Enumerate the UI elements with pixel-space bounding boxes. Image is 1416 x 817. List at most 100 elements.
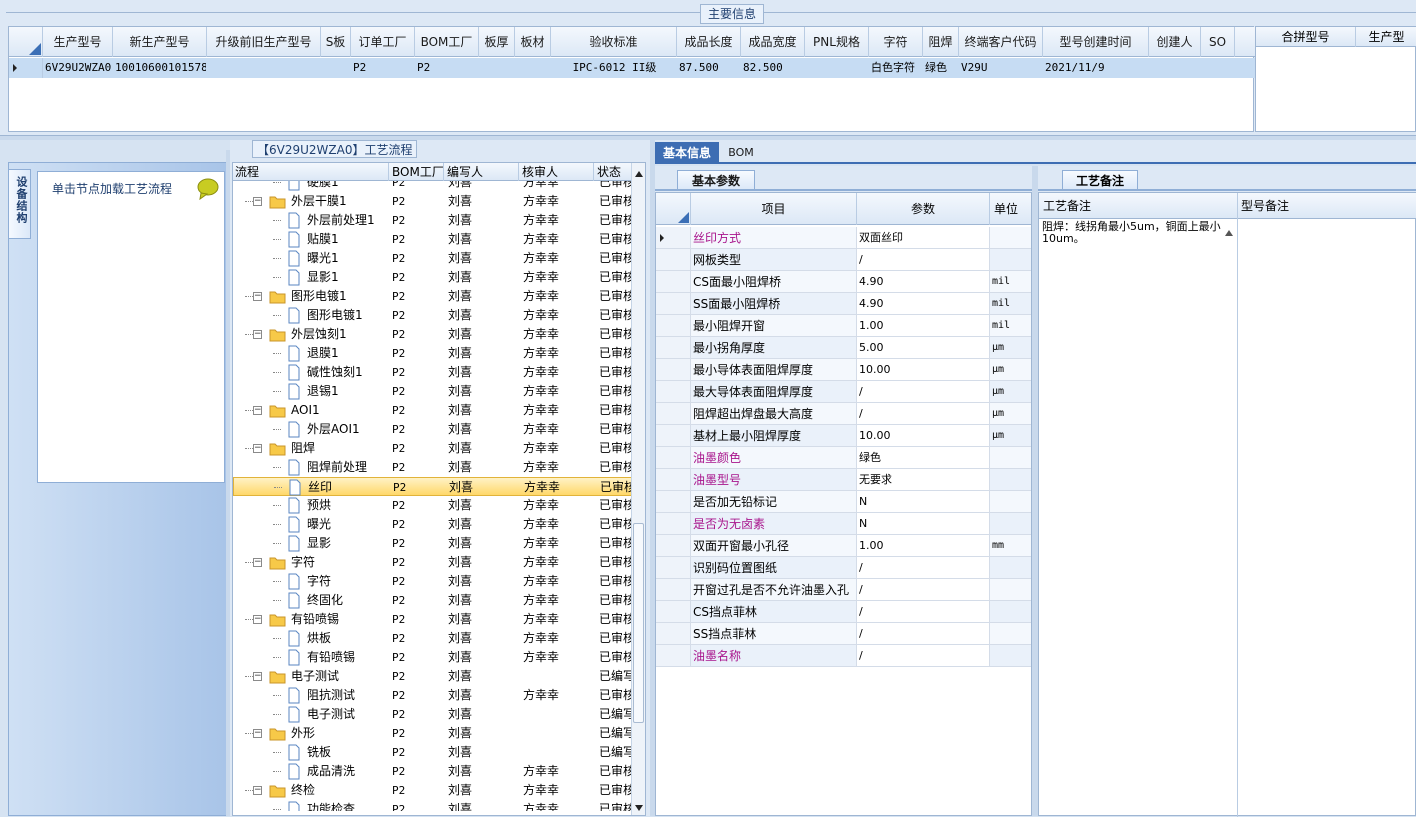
tree-cell[interactable]: 刘喜 xyxy=(448,781,518,800)
param-row[interactable]: SS面最小阻焊桥 4.90 mil xyxy=(656,293,1031,315)
tree-cell[interactable]: 刘喜 xyxy=(448,534,518,553)
collapse-icon[interactable]: − xyxy=(253,558,262,567)
tree-cell[interactable]: P2 xyxy=(392,724,442,743)
tree-cell[interactable]: 方幸幸 xyxy=(523,496,593,515)
tree-row[interactable]: 终固化 P2 刘喜 方幸幸 已审核 xyxy=(233,591,633,610)
tree-row[interactable]: 丝印 P2 刘喜 方幸幸 已审核 xyxy=(233,477,633,496)
tree-cell[interactable]: 刘喜 xyxy=(448,181,518,192)
table-cell[interactable] xyxy=(1151,58,1200,78)
param-row[interactable]: 最小阻焊开窗 1.00 mil xyxy=(656,315,1031,337)
tree-row[interactable]: 曝光1 P2 刘喜 方幸幸 已审核 xyxy=(233,249,633,268)
tree-row[interactable]: − 电子测试 P2 刘喜 已编写 xyxy=(233,667,633,686)
tree-node-label[interactable]: 外层蚀刻1 xyxy=(291,325,389,344)
param-value[interactable]: 双面丝印 xyxy=(857,227,990,249)
tree-row[interactable]: 碱性蚀刻1 P2 刘喜 方幸幸 已审核 xyxy=(233,363,633,382)
tree-node-label[interactable]: 丝印 xyxy=(308,478,390,497)
tree-cell[interactable]: 方幸幸 xyxy=(523,629,593,648)
tree-cell[interactable]: 已审核 xyxy=(599,344,633,363)
tree-cell[interactable]: P2 xyxy=(392,648,442,667)
col-header[interactable]: S板 xyxy=(321,27,351,57)
tree-cell[interactable]: 方幸幸 xyxy=(523,572,593,591)
tree-node-label[interactable]: 字符 xyxy=(291,553,389,572)
tree-col-header[interactable]: 状态 xyxy=(595,163,635,181)
tree-node-label[interactable]: 曝光 xyxy=(307,515,389,534)
tree-cell[interactable]: P2 xyxy=(392,743,442,762)
tree-cell[interactable]: P2 xyxy=(393,478,443,497)
tree-cell[interactable]: 已审核 xyxy=(599,306,633,325)
tree-cell[interactable]: 已审核 xyxy=(599,439,633,458)
tree-cell[interactable]: 方幸幸 xyxy=(523,230,593,249)
tree-row[interactable]: 阻焊前处理 P2 刘喜 方幸幸 已审核 xyxy=(233,458,633,477)
tree-cell[interactable]: P2 xyxy=(392,553,442,572)
tree-cell[interactable]: 已审核 xyxy=(599,800,633,811)
table-cell[interactable] xyxy=(481,58,514,78)
tree-cell[interactable]: 已审核 xyxy=(599,515,633,534)
scroll-thumb[interactable] xyxy=(633,523,644,723)
tree-cell[interactable]: 方幸幸 xyxy=(523,249,593,268)
tree-cell[interactable]: P2 xyxy=(392,325,442,344)
tree-cell[interactable]: 已审核 xyxy=(599,553,633,572)
tree-node-label[interactable]: 显影 xyxy=(307,534,389,553)
tree-cell[interactable]: 已审核 xyxy=(600,478,633,497)
tree-cell[interactable]: P2 xyxy=(392,591,442,610)
tree-cell[interactable]: 方幸幸 xyxy=(523,648,593,667)
tree-cell[interactable]: P2 xyxy=(392,496,442,515)
tree-row[interactable]: 外层AOI1 P2 刘喜 方幸幸 已审核 xyxy=(233,420,633,439)
table-cell[interactable] xyxy=(209,58,320,78)
table-row[interactable]: 6V29U2WZA0 10010600101578 P2 P2 IPC-6012 II级… xyxy=(9,58,1255,78)
col-header[interactable]: PNL规格 xyxy=(805,27,869,57)
tree-cell[interactable]: 刘喜 xyxy=(448,743,518,762)
basic-params-tab[interactable]: 基本参数 xyxy=(677,170,755,190)
col-header[interactable]: 订单工厂 xyxy=(351,27,415,57)
tree-cell[interactable]: 刘喜 xyxy=(448,363,518,382)
notes-tab[interactable]: 工艺备注 xyxy=(1062,170,1138,190)
col-header[interactable]: 新生产型号 xyxy=(113,27,207,57)
tree-cell[interactable]: P2 xyxy=(392,705,442,724)
param-value[interactable]: 1.00 xyxy=(857,535,990,557)
tree-cell[interactable]: 已审核 xyxy=(599,268,633,287)
tree-cell[interactable]: 方幸幸 xyxy=(523,382,593,401)
collapse-icon[interactable]: − xyxy=(253,729,262,738)
tree-cell[interactable]: 刘喜 xyxy=(449,478,519,497)
scroll-up-icon[interactable] xyxy=(634,167,644,181)
col-merge-model[interactable]: 合拼型号 xyxy=(1256,27,1356,47)
tree-cell[interactable]: 刘喜 xyxy=(448,572,518,591)
tree-row[interactable]: 阻抗测试 P2 刘喜 方幸幸 已审核 xyxy=(233,686,633,705)
tree-row[interactable]: 曝光 P2 刘喜 方幸幸 已审核 xyxy=(233,515,633,534)
tree-cell[interactable]: 方幸幸 xyxy=(524,478,594,497)
collapse-icon[interactable]: − xyxy=(253,786,262,795)
tree-cell[interactable]: 已审核 xyxy=(599,781,633,800)
tree-node-label[interactable]: 显影1 xyxy=(307,268,389,287)
table-cell[interactable]: 绿色 xyxy=(925,58,958,78)
col-param[interactable]: 参数 xyxy=(857,193,990,225)
tree-cell[interactable]: 刘喜 xyxy=(448,211,518,230)
tree-cell[interactable]: 方幸幸 xyxy=(523,458,593,477)
param-value[interactable]: 4.90 xyxy=(857,271,990,293)
tree-cell[interactable]: 刘喜 xyxy=(448,458,518,477)
param-row[interactable]: 是否加无铅标记 N xyxy=(656,491,1031,513)
tree-cell[interactable]: 刘喜 xyxy=(448,800,518,811)
param-row[interactable]: 油墨型号 无要求 xyxy=(656,469,1031,491)
tree-cell[interactable]: 已编写 xyxy=(599,743,633,762)
tree-node-label[interactable]: 阻抗测试 xyxy=(307,686,389,705)
tree-node-label[interactable]: 外层AOI1 xyxy=(307,420,389,439)
tree-row[interactable]: − 图形电镀1 P2 刘喜 方幸幸 已审核 xyxy=(233,287,633,306)
tree-cell[interactable]: P2 xyxy=(392,800,442,811)
tree-node-label[interactable]: 电子测试 xyxy=(307,705,389,724)
tree-cell[interactable]: 刘喜 xyxy=(448,591,518,610)
col-model-note[interactable]: 型号备注 xyxy=(1241,193,1289,219)
tree-cell[interactable]: 方幸幸 xyxy=(523,800,593,811)
param-value[interactable]: 10.00 xyxy=(857,425,990,447)
col-header[interactable]: BOM工厂 xyxy=(415,27,479,57)
col-header[interactable]: 升级前旧生产型号 xyxy=(207,27,321,57)
tree-row[interactable]: 有铅喷锡 P2 刘喜 方幸幸 已审核 xyxy=(233,648,633,667)
tree-cell[interactable]: 刘喜 xyxy=(448,287,518,306)
tree-row[interactable]: 功能检查 P2 刘喜 方幸幸 已审核 xyxy=(233,800,633,811)
param-row[interactable]: 双面开窗最小孔径 1.00 mm xyxy=(656,535,1031,557)
tree-cell[interactable]: 已审核 xyxy=(599,591,633,610)
param-value[interactable]: / xyxy=(857,601,990,623)
param-row[interactable]: 开窗过孔是否不允许油墨入孔 / xyxy=(656,579,1031,601)
tree-row[interactable]: 贴膜1 P2 刘喜 方幸幸 已审核 xyxy=(233,230,633,249)
tree-cell[interactable]: P2 xyxy=(392,781,442,800)
tree-cell[interactable]: 已审核 xyxy=(599,534,633,553)
